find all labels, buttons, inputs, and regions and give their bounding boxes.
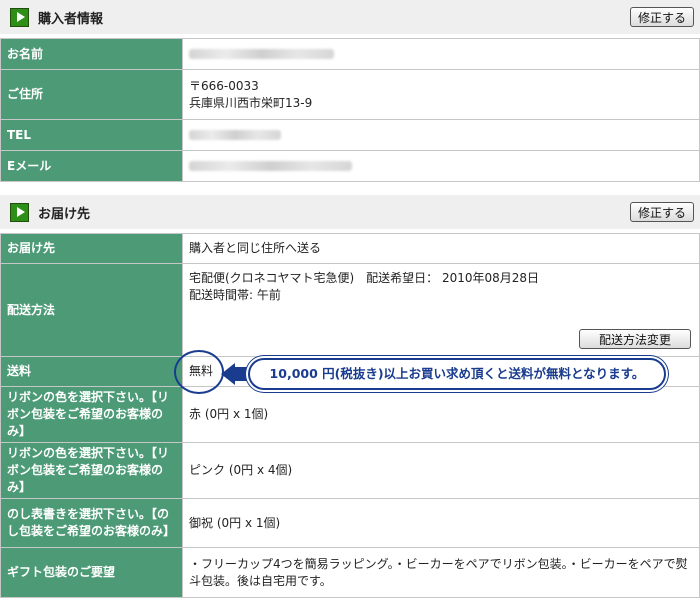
- table-row: Eメール: [0, 150, 700, 182]
- play-arrow-icon: [10, 203, 29, 222]
- free-shipping-callout: 10,000 円(税抜き)以上お買い求め頂くと送料が無料となります。: [248, 358, 666, 390]
- shipping-method-line: 宅配便(クロネコヤマト宅急便) 配送希望日： 2010年08月28日: [189, 271, 540, 285]
- name-value: [182, 38, 700, 70]
- delivery-time-slot: 配送時間帯: 午前: [189, 288, 281, 302]
- shipping-method-value: 宅配便(クロネコヤマト宅急便) 配送希望日： 2010年08月28日 配送時間帯…: [182, 263, 700, 357]
- delivery-section-title: お届け先: [38, 207, 91, 222]
- ribbon-color-value: 赤 (0円 x 1個): [182, 386, 700, 443]
- address-label: ご住所: [0, 69, 183, 120]
- tel-label: TEL: [0, 119, 183, 151]
- ribbon-color-label: リボンの色を選択下さい。【リボン包装をご希望のお客様のみ】: [0, 386, 183, 443]
- tel-value: [182, 119, 700, 151]
- table-row: お名前: [0, 38, 700, 70]
- destination-label: お届け先: [0, 233, 183, 264]
- ribbon-color-label: リボンの色を選択下さい。【リボン包装をご希望のお客様のみ】: [0, 442, 183, 499]
- email-label: Eメール: [0, 150, 183, 182]
- table-row: のし表書きを選択下さい。【のし包装をご希望のお客様のみ】 御祝 (0円 x 1個…: [0, 498, 700, 548]
- address-text: 兵庫県川西市栄町13-9: [189, 95, 313, 110]
- buyer-section-header: 購入者情報 修正する: [0, 0, 700, 34]
- shipping-method-label: 配送方法: [0, 263, 183, 357]
- gift-wrap-label: ギフト包装のご要望: [0, 547, 183, 598]
- callout-arrow-icon: [234, 367, 248, 381]
- address-value: 〒666-0033 兵庫県川西市栄町13-9: [182, 69, 700, 120]
- buyer-info-table: お名前 ご住所 〒666-0033 兵庫県川西市栄町13-9 TEL Eメール: [0, 38, 700, 182]
- table-row: リボンの色を選択下さい。【リボン包装をご希望のお客様のみ】 ピンク (0円 x …: [0, 442, 700, 499]
- redacted-tel: [189, 130, 281, 140]
- table-row: ギフト包装のご要望 ・フリーカップ4つを簡易ラッピング。・ビーカーをペアでリボン…: [0, 547, 700, 598]
- delivery-info-table: お届け先 購入者と同じ住所へ送る 配送方法 宅配便(クロネコヤマト宅急便) 配送…: [0, 233, 700, 598]
- buyer-section-title: 購入者情報: [38, 12, 104, 27]
- destination-value: 購入者と同じ住所へ送る: [182, 233, 700, 264]
- name-label: お名前: [0, 38, 183, 70]
- email-value: [182, 150, 700, 182]
- shipping-fee-label: 送料: [0, 356, 183, 387]
- gift-wrap-value: ・フリーカップ4つを簡易ラッピング。・ビーカーをペアでリボン包装。・ビーカーをペ…: [182, 547, 700, 598]
- table-row: TEL: [0, 119, 700, 151]
- callout-highlight-circle: [174, 350, 224, 394]
- redacted-email: [189, 161, 352, 171]
- ribbon-color-value: ピンク (0円 x 4個): [182, 442, 700, 499]
- delivery-section-header: お届け先 修正する: [0, 195, 700, 229]
- callout-arrowhead-icon: [221, 363, 235, 385]
- buyer-edit-button[interactable]: 修正する: [630, 7, 694, 27]
- table-row: 配送方法 宅配便(クロネコヤマト宅急便) 配送希望日： 2010年08月28日 …: [0, 263, 700, 357]
- change-shipping-method-button[interactable]: 配送方法変更: [579, 329, 691, 349]
- redacted-name: [189, 49, 334, 59]
- noshi-value: 御祝 (0円 x 1個): [182, 498, 700, 548]
- table-row: リボンの色を選択下さい。【リボン包装をご希望のお客様のみ】 赤 (0円 x 1個…: [0, 386, 700, 443]
- delivery-edit-button[interactable]: 修正する: [630, 202, 694, 222]
- play-arrow-icon: [10, 8, 29, 27]
- postal-code: 〒666-0033: [189, 78, 259, 93]
- noshi-label: のし表書きを選択下さい。【のし包装をご希望のお客様のみ】: [0, 498, 183, 548]
- table-row: お届け先 購入者と同じ住所へ送る: [0, 233, 700, 264]
- table-row: ご住所 〒666-0033 兵庫県川西市栄町13-9: [0, 69, 700, 120]
